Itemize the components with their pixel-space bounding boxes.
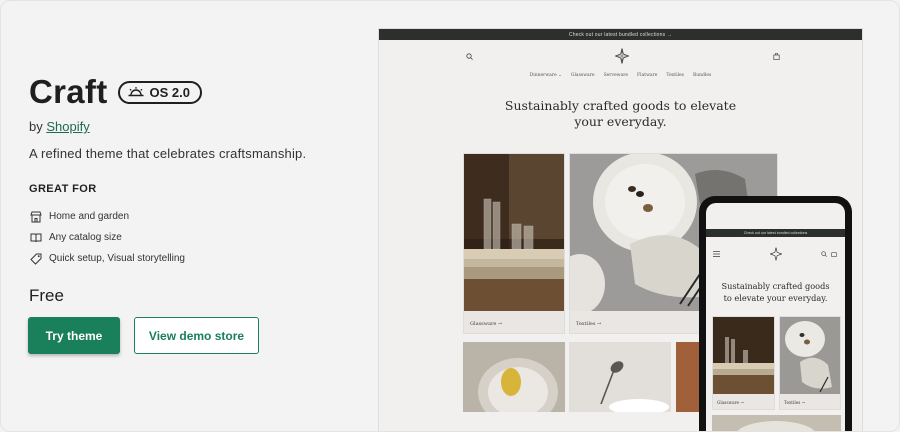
phone-card-glassware: Glassware → <box>712 316 775 410</box>
os-badge-label: OS 2.0 <box>149 84 190 100</box>
hero-line: Sustainably crafted goods <box>721 281 830 291</box>
feature-item: Quick setup, Visual storytelling <box>29 248 185 269</box>
preview-nav: Dinnerware ⌄ Glassware Serveware Flatwar… <box>379 73 862 78</box>
card-label: Glassware → <box>717 400 744 405</box>
byline: by Shopify <box>29 119 90 134</box>
sunrise-icon <box>128 87 144 97</box>
textiles-image <box>780 317 840 394</box>
menu-icon <box>713 251 720 257</box>
card-label: Glassware → <box>470 321 503 327</box>
tag-icon <box>29 252 42 265</box>
theme-card: Craft OS 2.0 by Shopify A refined theme … <box>0 0 900 432</box>
cart-icon <box>773 53 780 60</box>
nav-item-textiles: Textiles <box>666 73 684 78</box>
try-theme-button[interactable]: Try theme <box>28 317 120 354</box>
phone-announcement-bar: Check out our latest bundled collections <box>706 229 845 237</box>
nav-item-flatware: Flatware <box>637 73 658 78</box>
announcement-bar: Check out our latest bundled collections… <box>379 29 862 40</box>
plates-image <box>463 342 565 412</box>
feature-label: Quick setup, Visual storytelling <box>49 253 185 264</box>
glassware-image <box>464 154 564 311</box>
phone-screen: Check out our latest bundled collections… <box>706 203 845 431</box>
feature-item: Any catalog size <box>29 227 185 248</box>
feature-label: Any catalog size <box>49 232 122 243</box>
preview-hero: Sustainably crafted goods to elevate you… <box>379 98 862 130</box>
book-icon <box>29 231 42 244</box>
spoon-image <box>569 342 671 412</box>
author-link[interactable]: Shopify <box>46 119 89 134</box>
feature-item: Home and garden <box>29 206 185 227</box>
os-badge: OS 2.0 <box>117 80 202 104</box>
plates-image <box>712 415 841 431</box>
hero-line: your everyday. <box>574 114 667 129</box>
craft-logo-icon <box>615 48 629 64</box>
feature-list: Home and garden Any catalog size Quick s… <box>29 206 185 269</box>
great-for-heading: GREAT FOR <box>29 183 97 195</box>
hero-line: to elevate your everyday. <box>723 293 828 303</box>
theme-description: A refined theme that celebrates craftsma… <box>29 146 307 161</box>
mobile-preview: Check out our latest bundled collections… <box>699 196 852 431</box>
byline-prefix: by <box>29 119 43 134</box>
phone-hero: Sustainably crafted goods to elevate you… <box>706 280 845 304</box>
search-icon <box>466 53 473 60</box>
storefront-icon <box>29 210 42 223</box>
nav-item-bundles: Bundles <box>692 73 712 78</box>
price: Free <box>29 286 64 305</box>
nav-item-glassware: Glassware <box>570 73 595 78</box>
nav-item-serveware: Serveware <box>603 73 629 78</box>
theme-title: Craft <box>29 73 108 110</box>
nav-item-dinnerware: Dinnerware ⌄ <box>529 73 562 78</box>
glassware-image <box>713 317 774 394</box>
hero-line: Sustainably crafted goods to elevate <box>504 98 737 113</box>
craft-logo-icon <box>770 247 782 261</box>
card-label: Textiles → <box>576 321 602 327</box>
cart-icon <box>831 252 837 257</box>
card-label: Textiles → <box>784 400 806 405</box>
view-demo-store-button[interactable]: View demo store <box>134 317 259 354</box>
search-icon <box>821 251 827 257</box>
collection-card-glassware: Glassware → <box>463 153 565 334</box>
title-row: Craft OS 2.0 <box>29 73 202 111</box>
feature-label: Home and garden <box>49 211 130 222</box>
phone-card-textiles: Textiles → <box>779 316 841 410</box>
